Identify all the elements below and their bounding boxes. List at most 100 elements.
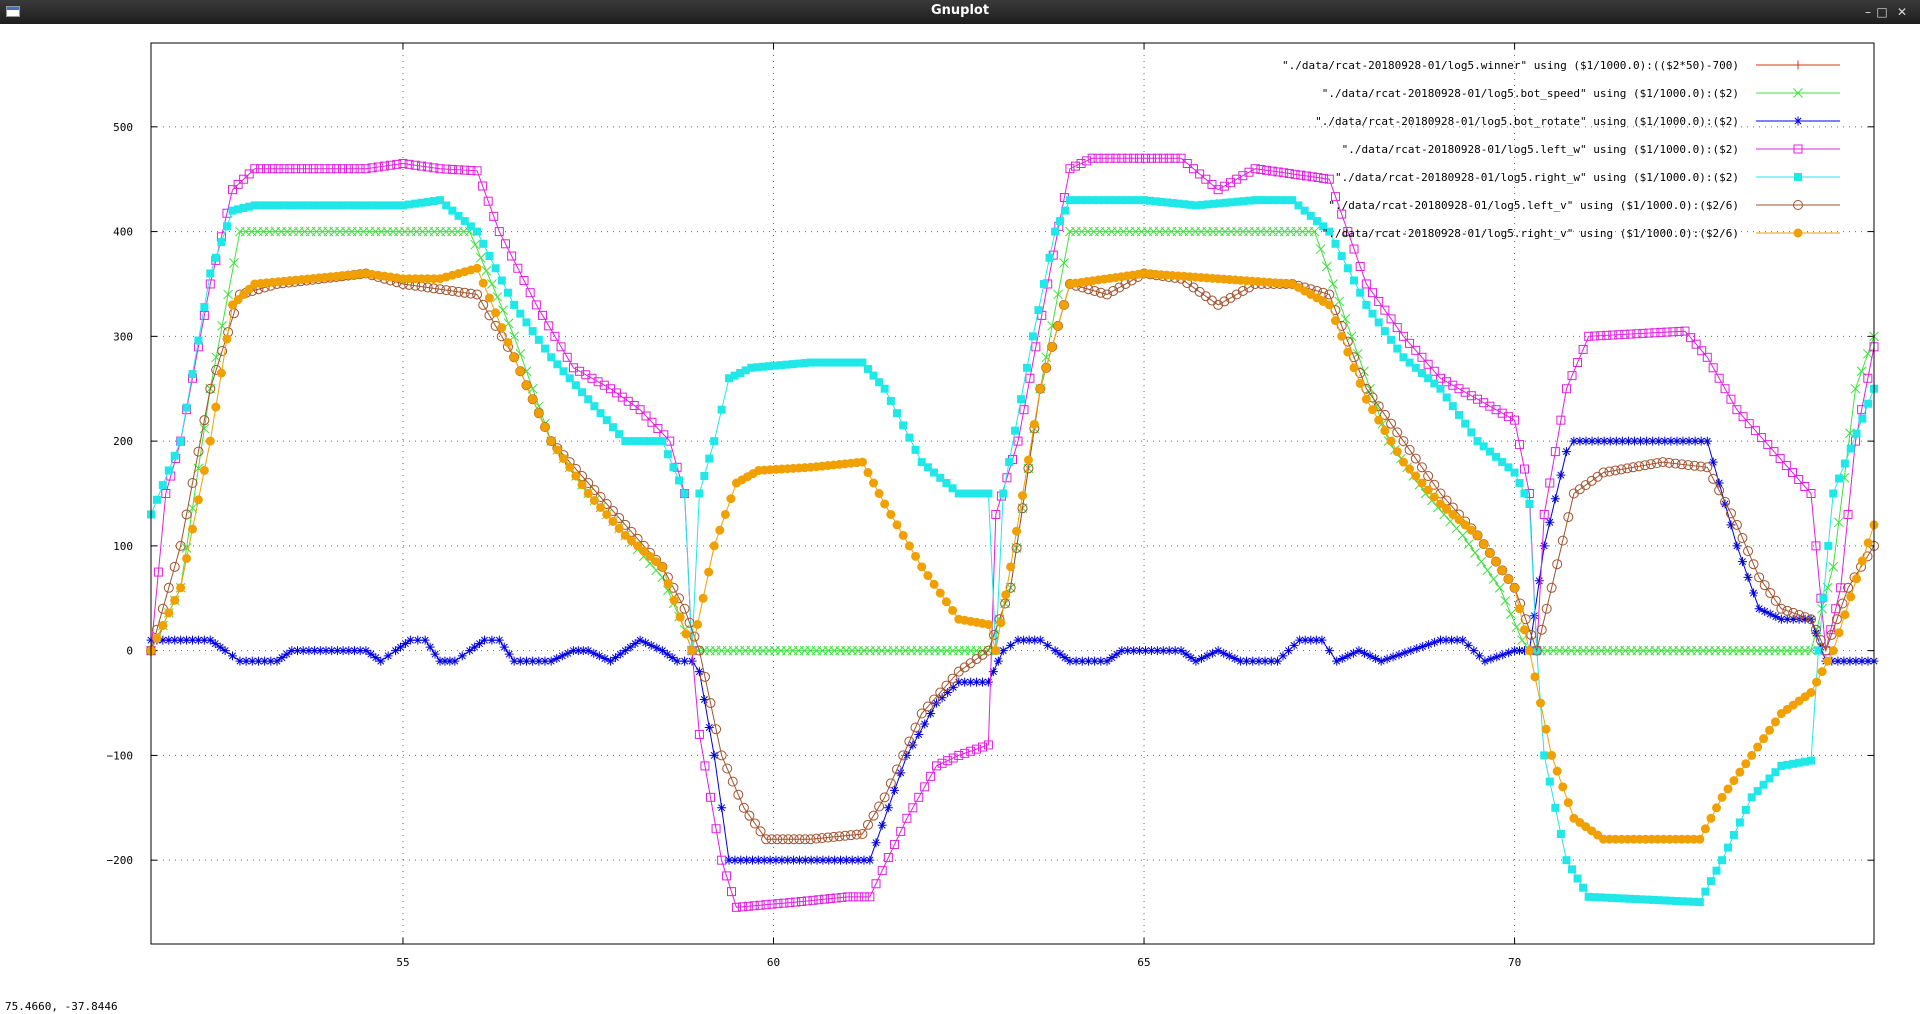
series-point (1695, 834, 1705, 844)
series-point (1012, 526, 1022, 536)
series-point (211, 402, 221, 412)
legend-label: "./data/rcat-20180928-01/log5.right_w" u… (1335, 171, 1739, 184)
series-point (1001, 590, 1011, 600)
series-point (211, 253, 220, 262)
series-point (1558, 782, 1568, 792)
series-point (1324, 300, 1334, 310)
series-point (1793, 228, 1803, 238)
series-point (1579, 883, 1588, 892)
series-point (1552, 766, 1562, 776)
series-point (1556, 829, 1565, 838)
series-point (1863, 538, 1873, 548)
series-point (1519, 625, 1529, 635)
series-point (880, 384, 889, 393)
series-point (1374, 318, 1383, 327)
series-point (1022, 363, 1031, 372)
series-point (1717, 792, 1727, 802)
close-icon[interactable]: ✕ (1892, 2, 1912, 22)
series-point (565, 462, 575, 472)
window-title: Gnuplot (930, 3, 990, 18)
series-point (1858, 414, 1867, 423)
series-point (710, 437, 719, 446)
series-point (194, 336, 203, 345)
series-point (478, 278, 488, 288)
series-point (565, 374, 574, 383)
series-point (571, 381, 580, 390)
series-point (164, 466, 173, 475)
series-point (1436, 384, 1445, 393)
series-point (1479, 539, 1489, 549)
series-point (675, 476, 684, 485)
series-point (1568, 865, 1577, 874)
series-point (1515, 479, 1524, 488)
series-point (869, 478, 879, 488)
series-point (669, 463, 678, 472)
series-point (680, 489, 689, 498)
maximize-icon[interactable]: □ (1872, 2, 1892, 22)
series-point (1485, 548, 1495, 558)
series-point (1695, 898, 1704, 907)
series-point (1510, 468, 1519, 477)
series-point (1380, 327, 1389, 336)
series-point (1545, 777, 1554, 786)
series-point (1011, 426, 1020, 435)
series-point (1852, 429, 1861, 438)
series-point (1536, 698, 1546, 708)
series-point (1701, 887, 1710, 896)
series-point (1362, 300, 1371, 309)
series-point (170, 595, 180, 605)
series-point (886, 396, 895, 405)
series-point (1356, 288, 1365, 297)
series-point (1741, 805, 1750, 814)
series-point (1039, 279, 1048, 288)
series-point (1398, 457, 1408, 467)
x-tick-label: 60 (767, 956, 780, 969)
series-point (541, 344, 550, 353)
series-point (1047, 342, 1057, 352)
series-point (1461, 419, 1470, 428)
series-point (857, 457, 867, 467)
series-point (200, 303, 209, 312)
series-point (984, 489, 993, 498)
series-point (199, 465, 209, 475)
series-point (911, 551, 921, 561)
series-point (1823, 656, 1833, 666)
series-point (904, 541, 914, 551)
series-point (1551, 803, 1560, 812)
series-point (559, 367, 568, 376)
series-point (880, 499, 890, 509)
series-point (510, 300, 519, 309)
series-point (491, 308, 501, 318)
series-point (1724, 843, 1733, 852)
series-point (1467, 428, 1476, 437)
series-point (1337, 252, 1346, 261)
plot-canvas[interactable]: 55 60 65 70 −200 −100 0 100 200 300 400 500 "./data/… (0, 24, 1920, 1000)
series-point (1350, 276, 1359, 285)
legend-label: "./data/rcat-20180928-01/log5.bot_rotate… (1315, 115, 1739, 128)
series-point (503, 337, 513, 347)
series-point (1059, 300, 1069, 310)
x-tick-label: 70 (1508, 956, 1521, 969)
series-point (521, 380, 531, 390)
series-point (1723, 784, 1733, 794)
series-point (991, 646, 1001, 656)
series-point (176, 437, 185, 446)
series-point (540, 422, 550, 432)
series-point (1056, 217, 1065, 226)
series-point (1349, 363, 1359, 373)
series-point (1712, 866, 1721, 875)
series-point (911, 445, 920, 454)
series-point (1828, 646, 1838, 656)
series-point (206, 269, 215, 278)
series-point (1411, 471, 1421, 481)
series-point (559, 454, 569, 464)
series-point (917, 562, 927, 572)
series-point (1846, 444, 1855, 453)
series-point (515, 366, 525, 376)
series-point (1563, 798, 1573, 808)
series-point (1368, 309, 1377, 318)
series-point (1405, 464, 1415, 474)
series-point (1735, 818, 1744, 827)
series-point (1515, 604, 1525, 614)
series-point (1035, 384, 1045, 394)
